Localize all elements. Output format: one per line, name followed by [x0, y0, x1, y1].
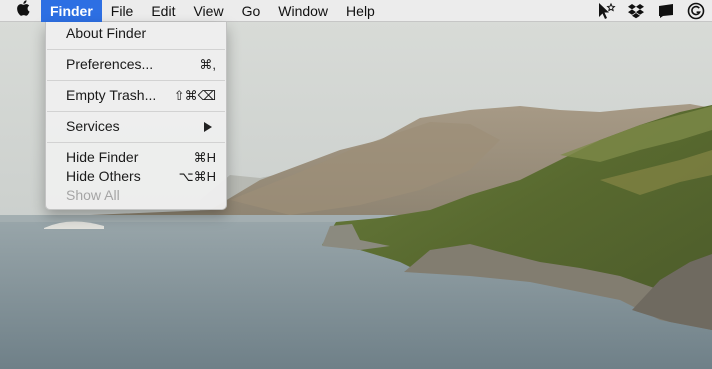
menu-item-label: Preferences... [66, 56, 154, 72]
menu-file[interactable]: File [102, 0, 143, 22]
shortcut-label: ⌘, [199, 57, 216, 72]
menu-item-label: About Finder [66, 25, 147, 41]
menu-separator [47, 49, 225, 50]
menu-separator [47, 80, 225, 81]
menu-go[interactable]: Go [233, 0, 270, 22]
menu-item-label: Show All [66, 187, 120, 203]
menu-edit[interactable]: Edit [142, 0, 184, 22]
menu-separator [47, 111, 225, 112]
menu-bar: Finder File Edit View Go Window Help [0, 0, 712, 22]
menu-item-about-finder[interactable]: About Finder [46, 24, 226, 43]
menu-item-show-all: Show All [46, 186, 226, 205]
menu-item-preferences[interactable]: Preferences... ⌘, [46, 55, 226, 74]
menu-item-label: Hide Finder [66, 149, 139, 165]
shortcut-label: ⌘H [193, 150, 216, 165]
menu-view[interactable]: View [184, 0, 232, 22]
dropbox-icon[interactable] [626, 0, 646, 22]
shortcut-label: ⇧⌘⌫ [173, 88, 216, 103]
finder-dropdown-menu: About Finder Preferences... ⌘, Empty Tra… [45, 22, 227, 210]
menu-item-label: Services [66, 118, 120, 134]
notification-icon[interactable] [656, 0, 676, 22]
menu-item-label: Empty Trash... [66, 87, 157, 103]
menu-item-hide-finder[interactable]: Hide Finder ⌘H [46, 148, 226, 167]
cursor-sparkle-icon[interactable] [596, 0, 616, 22]
menu-window[interactable]: Window [269, 0, 337, 22]
status-bar-icons [596, 0, 712, 22]
apple-icon [17, 0, 31, 22]
menu-item-empty-trash[interactable]: Empty Trash... ⇧⌘⌫ [46, 86, 226, 105]
menu-item-label: Hide Others [66, 168, 141, 184]
shortcut-label: ⌥⌘H [178, 169, 216, 184]
menu-separator [47, 142, 225, 143]
menu-help[interactable]: Help [337, 0, 384, 22]
menu-finder[interactable]: Finder [41, 0, 102, 22]
grammarly-icon[interactable] [686, 0, 706, 22]
menu-item-services[interactable]: Services [46, 117, 226, 136]
apple-menu-button[interactable] [0, 0, 41, 22]
submenu-arrow-icon [204, 122, 212, 132]
menu-item-hide-others[interactable]: Hide Others ⌥⌘H [46, 167, 226, 186]
